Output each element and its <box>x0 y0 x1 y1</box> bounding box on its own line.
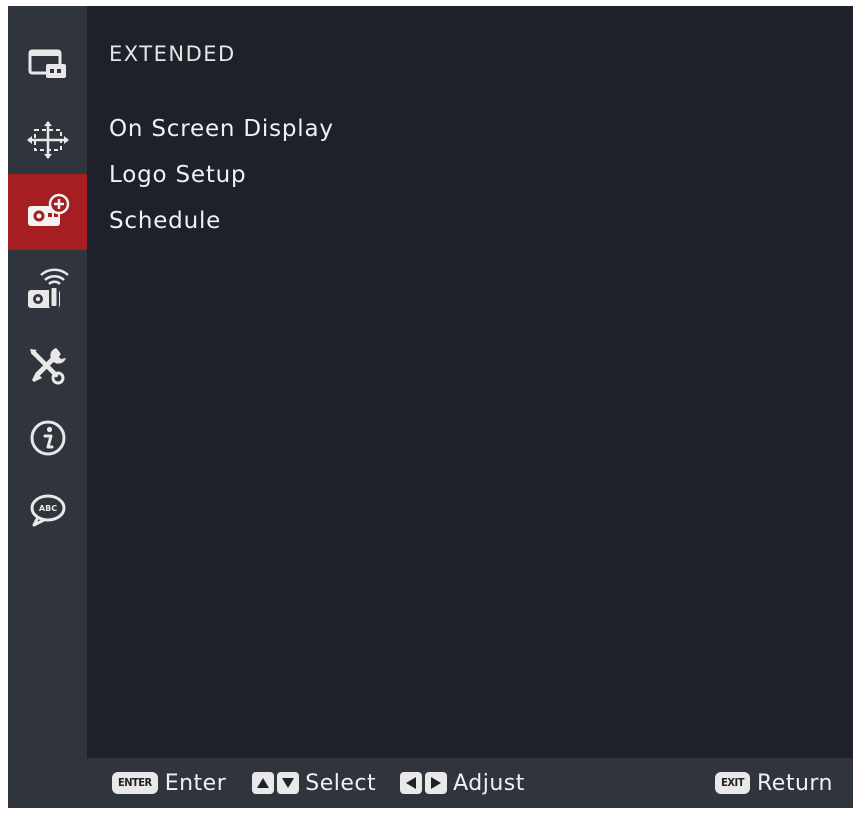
network-projector-icon <box>27 268 69 308</box>
osd-menu: ABC EXTENDED On Screen Display Logo Setu… <box>8 6 853 808</box>
footer-hint-bar: ENTER Enter Select Adjust EXIT Return <box>87 758 853 808</box>
sidebar-item-image[interactable] <box>8 102 87 178</box>
left-arrow-icon <box>400 772 423 794</box>
svg-text:ABC: ABC <box>38 504 56 513</box>
select-hint: Select <box>252 771 376 796</box>
image-adjust-icon <box>26 121 69 159</box>
return-hint-label: Return <box>756 770 833 796</box>
menu-item-schedule[interactable]: Schedule <box>109 198 334 244</box>
sidebar-item-extended[interactable] <box>8 174 87 250</box>
menu-item-logo-setup[interactable]: Logo Setup <box>109 152 334 198</box>
sidebar: ABC <box>8 6 87 808</box>
sidebar-item-information[interactable] <box>8 400 87 476</box>
right-arrow-icon <box>425 772 448 794</box>
menu-item-on-screen-display[interactable]: On Screen Display <box>109 106 334 152</box>
sidebar-item-tools[interactable] <box>8 328 87 404</box>
menu-content: EXTENDED On Screen Display Logo Setup Sc… <box>87 6 853 758</box>
down-arrow-icon <box>277 772 300 794</box>
enter-hint-label: Enter <box>164 770 227 796</box>
extended-projector-icon <box>27 193 69 226</box>
info-icon <box>30 420 65 456</box>
sidebar-item-language[interactable]: ABC <box>8 472 87 548</box>
enter-hint: ENTER Enter <box>112 771 226 796</box>
display-icon <box>28 49 66 78</box>
enter-key-icon: ENTER <box>112 772 158 794</box>
sidebar-item-display[interactable] <box>8 26 87 102</box>
up-arrow-icon <box>252 772 275 794</box>
return-hint: EXIT Return <box>715 771 833 796</box>
page-title: EXTENDED <box>109 42 236 66</box>
sidebar-item-network[interactable] <box>8 252 87 328</box>
adjust-hint-label: Adjust <box>453 770 525 796</box>
adjust-hint: Adjust <box>400 771 525 796</box>
tools-icon <box>29 348 66 385</box>
language-icon: ABC <box>30 494 65 527</box>
select-hint-label: Select <box>305 770 377 796</box>
exit-key-icon: EXIT <box>715 772 750 794</box>
menu-list: On Screen Display Logo Setup Schedule <box>109 106 334 244</box>
